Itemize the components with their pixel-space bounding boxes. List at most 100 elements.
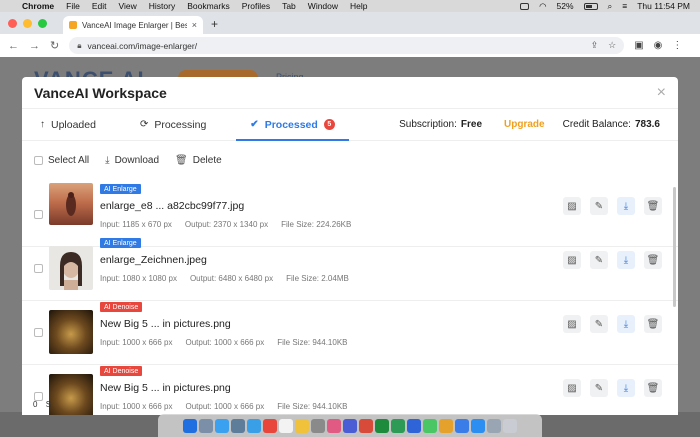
photos-icon[interactable] bbox=[327, 418, 341, 433]
wifi-icon[interactable]: ◠ bbox=[539, 1, 546, 12]
menu-file[interactable]: File bbox=[66, 1, 80, 11]
delete-button[interactable]: 🗑︎ Delete bbox=[175, 155, 222, 166]
zoom-icon[interactable] bbox=[471, 418, 485, 433]
processed-file-list[interactable]: AI Enlarge enlarge_e8 ... a82cbc99f77.jp… bbox=[22, 183, 678, 415]
upload-arrow-icon: ↑ bbox=[40, 119, 45, 130]
menu-window[interactable]: Window bbox=[308, 1, 338, 11]
clock[interactable]: Thu 11:54 PM bbox=[637, 1, 690, 11]
more-menu-icon[interactable]: ⋮ bbox=[672, 40, 682, 51]
close-icon[interactable]: × bbox=[657, 84, 666, 102]
menu-edit[interactable]: Edit bbox=[92, 1, 107, 11]
input-size: Input: 1000 x 666 px bbox=[100, 402, 173, 411]
tab-processed[interactable]: ✔ Processed 5 bbox=[236, 109, 349, 141]
app-icon[interactable] bbox=[231, 418, 245, 433]
back-icon[interactable]: ← bbox=[8, 40, 19, 52]
download-icon[interactable]: ⤓ bbox=[617, 197, 635, 215]
ai-enlarge-tag: AI Enlarge bbox=[100, 238, 141, 248]
chrome-icon[interactable] bbox=[263, 418, 277, 433]
download-icon[interactable]: ⤓ bbox=[617, 315, 635, 333]
bulk-toolbar: Select All ⤓ Download 🗑︎ Delete bbox=[22, 141, 678, 179]
reload-icon[interactable]: ↻ bbox=[50, 39, 59, 52]
finder-icon[interactable] bbox=[183, 418, 197, 433]
cast-icon[interactable] bbox=[520, 2, 530, 10]
control-center-icon[interactable]: ≡ bbox=[622, 1, 627, 11]
address-bar[interactable]: 🔒︎ vanceai.com/image-enlarger/ ⇪ ☆ bbox=[69, 37, 625, 54]
edit-icon[interactable]: ✎ bbox=[590, 315, 608, 333]
app-icon[interactable] bbox=[343, 418, 357, 433]
browser-tab[interactable]: VanceAI Image Enlarger | Best × bbox=[63, 16, 203, 34]
menu-help[interactable]: Help bbox=[350, 1, 367, 11]
share-icon[interactable]: ⇪ bbox=[591, 40, 599, 51]
launchpad-icon[interactable] bbox=[199, 418, 213, 433]
delete-label: Delete bbox=[192, 154, 222, 166]
checkbox[interactable] bbox=[34, 155, 43, 165]
trash-icon[interactable]: 🗑︎ bbox=[644, 197, 662, 215]
tab-processing[interactable]: ⟳ Processing bbox=[140, 109, 206, 141]
row-checkbox[interactable] bbox=[34, 264, 43, 273]
edit-icon[interactable]: ✎ bbox=[590, 197, 608, 215]
compare-icon[interactable]: ▨ bbox=[563, 197, 581, 215]
new-tab-button[interactable]: + bbox=[211, 17, 218, 31]
close-window-button[interactable] bbox=[8, 18, 17, 28]
list-item[interactable]: AI Denoise New Big 5 ... in pictures.png… bbox=[22, 301, 678, 365]
trash-icon[interactable] bbox=[503, 418, 517, 433]
profile-icon[interactable]: ◉ bbox=[654, 40, 663, 51]
system-settings-icon[interactable] bbox=[311, 418, 325, 433]
menu-history[interactable]: History bbox=[149, 1, 175, 11]
output-size: Output: 1000 x 666 px bbox=[185, 338, 265, 347]
app-store-icon[interactable] bbox=[247, 418, 261, 433]
row-checkbox[interactable] bbox=[34, 328, 43, 337]
forward-icon[interactable]: → bbox=[29, 40, 40, 52]
sidebar-icon[interactable]: ▣ bbox=[634, 40, 643, 51]
check-circle-icon: ✔ bbox=[250, 119, 259, 130]
subscription-value: Free bbox=[460, 119, 483, 130]
download-button[interactable]: ⤓ Download bbox=[105, 155, 159, 166]
menu-bookmarks[interactable]: Bookmarks bbox=[187, 1, 230, 11]
word-icon[interactable] bbox=[407, 418, 421, 433]
list-scrollbar[interactable] bbox=[673, 187, 676, 307]
search-icon[interactable]: ⌕ bbox=[608, 1, 613, 12]
lock-icon[interactable]: 🔒︎ bbox=[77, 41, 81, 51]
menu-chrome[interactable]: Chrome bbox=[22, 1, 54, 11]
maximize-window-button[interactable] bbox=[38, 18, 47, 28]
row-checkbox[interactable] bbox=[34, 210, 43, 219]
row-actions: ▨ ✎ ⤓ 🗑︎ bbox=[563, 379, 662, 397]
trash-icon[interactable]: 🗑︎ bbox=[644, 315, 662, 333]
app-icon[interactable] bbox=[391, 418, 405, 433]
file-meta: Input: 1185 x 670 px Output: 2370 x 1340… bbox=[100, 220, 351, 229]
menu-profiles[interactable]: Profiles bbox=[242, 1, 270, 11]
select-all-checkbox[interactable]: Select All bbox=[34, 155, 89, 166]
list-item[interactable]: AI Enlarge enlarge_Zeichnen.jpeg Input: … bbox=[22, 237, 678, 301]
battery-icon[interactable] bbox=[583, 2, 598, 10]
download-icon[interactable]: ⤓ bbox=[617, 379, 635, 397]
compare-icon[interactable]: ▨ bbox=[563, 379, 581, 397]
compare-icon[interactable]: ▨ bbox=[563, 251, 581, 269]
edit-icon[interactable]: ✎ bbox=[590, 251, 608, 269]
trash-icon[interactable]: 🗑︎ bbox=[644, 379, 662, 397]
list-item[interactable]: AI Denoise New Big 5 ... in pictures.png… bbox=[22, 365, 678, 415]
safari-icon[interactable] bbox=[215, 418, 229, 433]
minimize-window-button[interactable] bbox=[23, 18, 32, 28]
menu-tab[interactable]: Tab bbox=[282, 1, 296, 11]
download-icon[interactable]: ⤓ bbox=[617, 251, 635, 269]
app-icon[interactable] bbox=[359, 418, 373, 433]
close-tab-icon[interactable]: × bbox=[192, 20, 197, 30]
calendar-icon[interactable] bbox=[279, 418, 293, 433]
file-name: enlarge_e8 ... a82cbc99f77.jpg bbox=[100, 200, 245, 212]
tab-uploaded[interactable]: ↑ Uploaded bbox=[40, 109, 96, 141]
notes-icon[interactable] bbox=[295, 418, 309, 433]
modal-title: VanceAI Workspace bbox=[34, 84, 167, 101]
messages-icon[interactable] bbox=[423, 418, 437, 433]
ai-denoise-tag: AI Denoise bbox=[100, 302, 143, 312]
upgrade-link[interactable]: Upgrade bbox=[504, 119, 545, 130]
url-text: vanceai.com/image-enlarger/ bbox=[87, 40, 198, 51]
excel-icon[interactable] bbox=[375, 418, 389, 433]
compare-icon[interactable]: ▨ bbox=[563, 315, 581, 333]
menu-view[interactable]: View bbox=[118, 1, 136, 11]
app-icon[interactable] bbox=[487, 418, 501, 433]
app-icon[interactable] bbox=[455, 418, 469, 433]
bookmark-star-icon[interactable]: ☆ bbox=[608, 40, 616, 51]
app-icon[interactable] bbox=[439, 418, 453, 433]
edit-icon[interactable]: ✎ bbox=[590, 379, 608, 397]
trash-icon[interactable]: 🗑︎ bbox=[644, 251, 662, 269]
